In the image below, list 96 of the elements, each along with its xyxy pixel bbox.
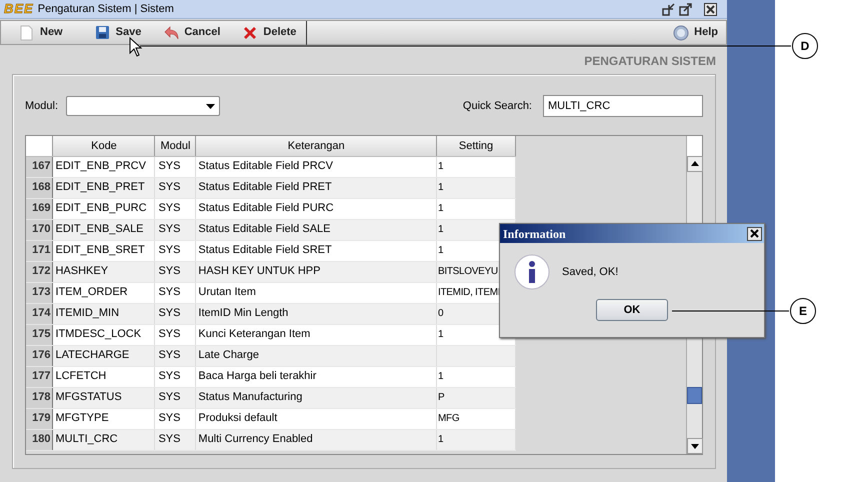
table-cell: 1 (436, 198, 516, 219)
table-cell: MFGTYPE (52, 408, 155, 429)
table-cell: SYS (154, 261, 196, 282)
row-number: 169 (26, 198, 53, 219)
restore-icon[interactable] (662, 2, 675, 16)
cross-icon (242, 24, 258, 40)
table-cell: Status Editable Field SRET (196, 240, 437, 261)
row-number: 176 (26, 345, 53, 366)
row-number: 172 (26, 261, 53, 282)
row-number: 178 (26, 387, 53, 408)
table-cell: HASHKEY (52, 261, 155, 282)
table-cell: ITEM_ORDER (52, 282, 155, 303)
table-cell: SYS (154, 408, 196, 429)
row-number: 173 (26, 282, 53, 303)
table-cell: Produksi default (196, 408, 437, 429)
help-button[interactable]: Help (673, 24, 718, 41)
row-number: 167 (26, 156, 53, 177)
table-cell: Baca Harga beli terakhir (196, 366, 437, 387)
callout-label: D (792, 33, 818, 59)
table-cell: SYS (154, 345, 196, 366)
modul-dropdown[interactable] (66, 96, 220, 116)
undo-arrow-icon (163, 24, 180, 40)
scroll-up-icon[interactable] (687, 156, 703, 172)
table-cell: Status Manufacturing (196, 387, 437, 408)
section-heading: PENGATURAN SISTEM (584, 53, 716, 70)
table-cell: Urutan Item (196, 282, 437, 303)
delete-button[interactable]: Delete (242, 24, 296, 41)
new-button[interactable]: New (19, 24, 63, 41)
row-number: 175 (26, 324, 53, 345)
table-cell: 1 (436, 156, 516, 177)
table-cell: Status Editable Field SALE (196, 219, 437, 240)
close-icon[interactable] (704, 2, 717, 16)
table-cell: EDIT_ENB_PRCV (52, 156, 155, 177)
info-icon (514, 254, 550, 290)
table-cell: EDIT_ENB_PURC (52, 198, 155, 219)
table-cell: EDIT_ENB_SALE (52, 219, 155, 240)
table-cell: 1 (436, 366, 516, 387)
table-cell: SYS (154, 303, 196, 324)
app-logo: BEE (4, 0, 34, 18)
field-label: Quick Search: (462, 98, 532, 114)
row-number: 179 (26, 408, 53, 429)
table-cell: SYS (154, 198, 196, 219)
ok-button[interactable]: OK (596, 299, 668, 321)
table-cell: SYS (154, 366, 196, 387)
table-cell: SYS (154, 177, 196, 198)
save-button[interactable]: Save (94, 24, 142, 41)
table-cell: EDIT_ENB_SRET (52, 240, 155, 261)
row-number: 174 (26, 303, 53, 324)
table-cell: MFGSTATUS (52, 387, 155, 408)
field-label: Modul: (25, 98, 58, 114)
scroll-thumb[interactable] (687, 387, 702, 404)
table-cell: 1 (436, 429, 516, 450)
table-cell: LATECHARGE (52, 345, 155, 366)
table-cell: ITMDESC_LOCK (52, 324, 155, 345)
table-cell: ItemID Min Length (196, 303, 437, 324)
table-cell: MFG (436, 408, 516, 429)
table-cell: Late Charge (196, 345, 437, 366)
table-cell: EDIT_ENB_PRET (52, 177, 155, 198)
window-title: Pengaturan Sistem | Sistem (38, 2, 174, 17)
table-cell: SYS (154, 324, 196, 345)
table-cell: 1 (436, 177, 516, 198)
callout-label: E (790, 298, 816, 324)
quick-search-field[interactable]: MULTI_CRC (543, 95, 703, 117)
scroll-down-icon[interactable] (687, 438, 703, 454)
row-number: 177 (26, 366, 53, 387)
row-number: 168 (26, 177, 53, 198)
row-number: 180 (26, 429, 53, 450)
close-icon[interactable] (747, 226, 762, 240)
table-cell: MULTI_CRC (52, 429, 155, 450)
table-cell: Status Editable Field PRET (196, 177, 437, 198)
row-number: 170 (26, 219, 53, 240)
table-cell: Status Editable Field PRCV (196, 156, 437, 177)
help-icon (673, 24, 690, 40)
table-cell: Kunci Keterangan Item (196, 324, 437, 345)
table-cell: Status Editable Field PURC (196, 198, 437, 219)
mouse-pointer-icon (129, 37, 143, 57)
table-cell: SYS (154, 387, 196, 408)
table-cell: ITEMID_MIN (52, 303, 155, 324)
table-cell: SYS (154, 219, 196, 240)
table-cell: SYS (154, 240, 196, 261)
column-header[interactable]: Setting (436, 136, 516, 156)
table-cell: SYS (154, 282, 196, 303)
maximize-icon[interactable] (679, 2, 692, 16)
table-cell: P (436, 387, 516, 408)
cancel-button[interactable]: Cancel (163, 24, 220, 41)
table-cell: Multi Currency Enabled (196, 429, 437, 450)
table-cell: HASH KEY UNTUK HPP (196, 261, 437, 282)
table-cell: LCFETCH (52, 366, 155, 387)
dialog-message: Saved, OK! (562, 264, 618, 280)
table-cell: SYS (154, 429, 196, 450)
table-cell: SYS (154, 156, 196, 177)
column-header[interactable]: Modul (154, 136, 196, 156)
page-icon (19, 24, 35, 40)
row-number: 171 (26, 240, 53, 261)
column-header[interactable]: Kode (52, 136, 155, 156)
column-header[interactable]: Keterangan (196, 136, 437, 156)
